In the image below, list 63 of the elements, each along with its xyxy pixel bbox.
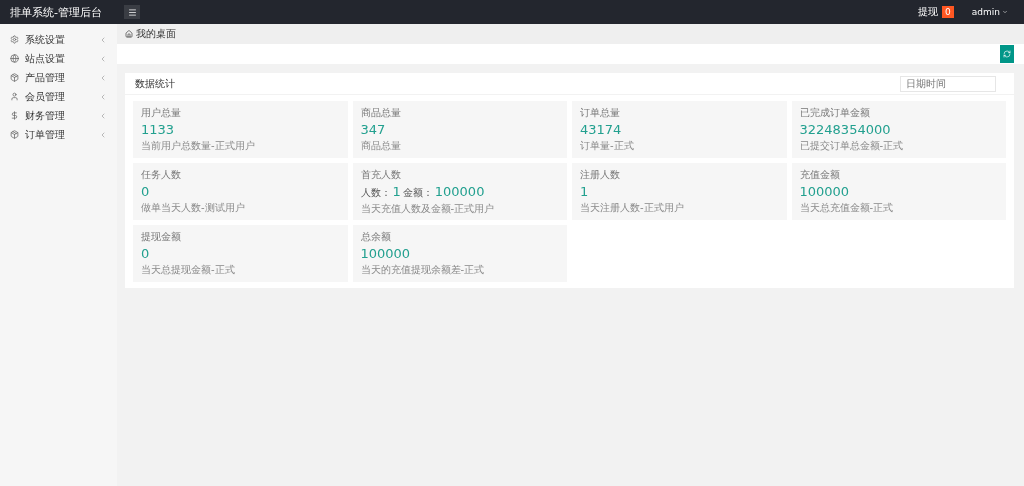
stat-note: 已提交订单总金额-正式	[799, 139, 905, 153]
stat-value: 0	[141, 246, 151, 261]
stat-value: 1	[392, 184, 401, 199]
app-title: 排单系统-管理后台	[9, 4, 103, 20]
caret-icon	[1002, 9, 1008, 15]
chevron-icon	[99, 111, 107, 120]
sidebar-item[interactable]: 站点设置	[0, 49, 117, 68]
box-icon	[10, 73, 19, 82]
stat-note: 当前用户总数量-正式用户	[141, 139, 256, 153]
home-icon	[125, 30, 133, 38]
count-badge: 0	[942, 6, 954, 18]
user-menu[interactable]: admin	[971, 7, 1008, 17]
stat-note: 商品总量	[360, 139, 402, 153]
sidebar-item[interactable]: 会员管理	[0, 87, 117, 106]
stat-value: 32248354000	[799, 122, 892, 137]
stat-note: 做单当天人数-测试用户	[141, 201, 246, 215]
sidebar-item[interactable]: 产品管理	[0, 68, 117, 87]
stat-value: 100000	[360, 246, 412, 261]
chevron-icon	[99, 54, 107, 63]
box-icon	[10, 130, 19, 139]
stat-note: 当天总充值金额-正式	[799, 201, 895, 215]
stat-note: 当天充值人数及金额-正式用户	[360, 202, 496, 216]
stat-note: 当天注册人数-正式用户	[580, 201, 685, 215]
stat-value: 1133	[141, 122, 176, 137]
breadcrumb-tab[interactable]: 我的桌面	[136, 27, 176, 41]
stat-note: 当天总提现金额-正式	[141, 263, 236, 277]
stat-label: 注册人数	[580, 168, 621, 182]
card-title: 数据统计	[135, 76, 175, 91]
stat-label: 已完成订单金额	[799, 106, 871, 120]
stat-value: 1	[580, 184, 590, 199]
globe-icon	[10, 54, 19, 63]
amount-label: 金额：	[402, 186, 433, 200]
chevron-icon	[99, 92, 107, 101]
menu-button[interactable]	[124, 5, 140, 19]
chevron-icon	[99, 73, 107, 82]
refresh-icon	[1003, 50, 1011, 58]
stat-label: 用户总量	[141, 106, 182, 120]
gear-icon	[10, 35, 19, 44]
chevron-icon	[99, 130, 107, 139]
stat-value: 100000	[434, 184, 485, 199]
stat-label: 总余额	[360, 230, 392, 244]
stat-label: 首充人数	[360, 168, 402, 182]
stat-value: 43174	[580, 122, 623, 137]
sidebar-item[interactable]: 订单管理	[0, 125, 117, 144]
stat-value: 0	[141, 184, 151, 199]
stat-label: 订单总量	[580, 106, 621, 120]
stat-label: 提现金额	[141, 230, 182, 244]
stat-value: 100000	[799, 184, 851, 199]
menu-icon	[127, 7, 137, 17]
stat-label: 商品总量	[360, 106, 402, 120]
user-icon	[10, 92, 19, 101]
count-label: 人数：	[360, 186, 391, 200]
stat-note: 当天的充值提现余额差-正式	[360, 263, 486, 277]
date-field[interactable]: 日期时间	[900, 75, 996, 92]
chevron-icon	[99, 35, 107, 44]
stat-label: 任务人数	[141, 168, 182, 182]
withdraw-link[interactable]: 提现	[918, 5, 939, 19]
stat-value: 347	[360, 122, 387, 137]
sidebar-item[interactable]: 系统设置	[0, 30, 117, 49]
sidebar-item[interactable]: 财务管理	[0, 106, 117, 125]
stat-note: 订单量-正式	[580, 139, 635, 153]
stat-label: 充值金额	[799, 168, 841, 182]
dollar-icon	[10, 111, 19, 120]
